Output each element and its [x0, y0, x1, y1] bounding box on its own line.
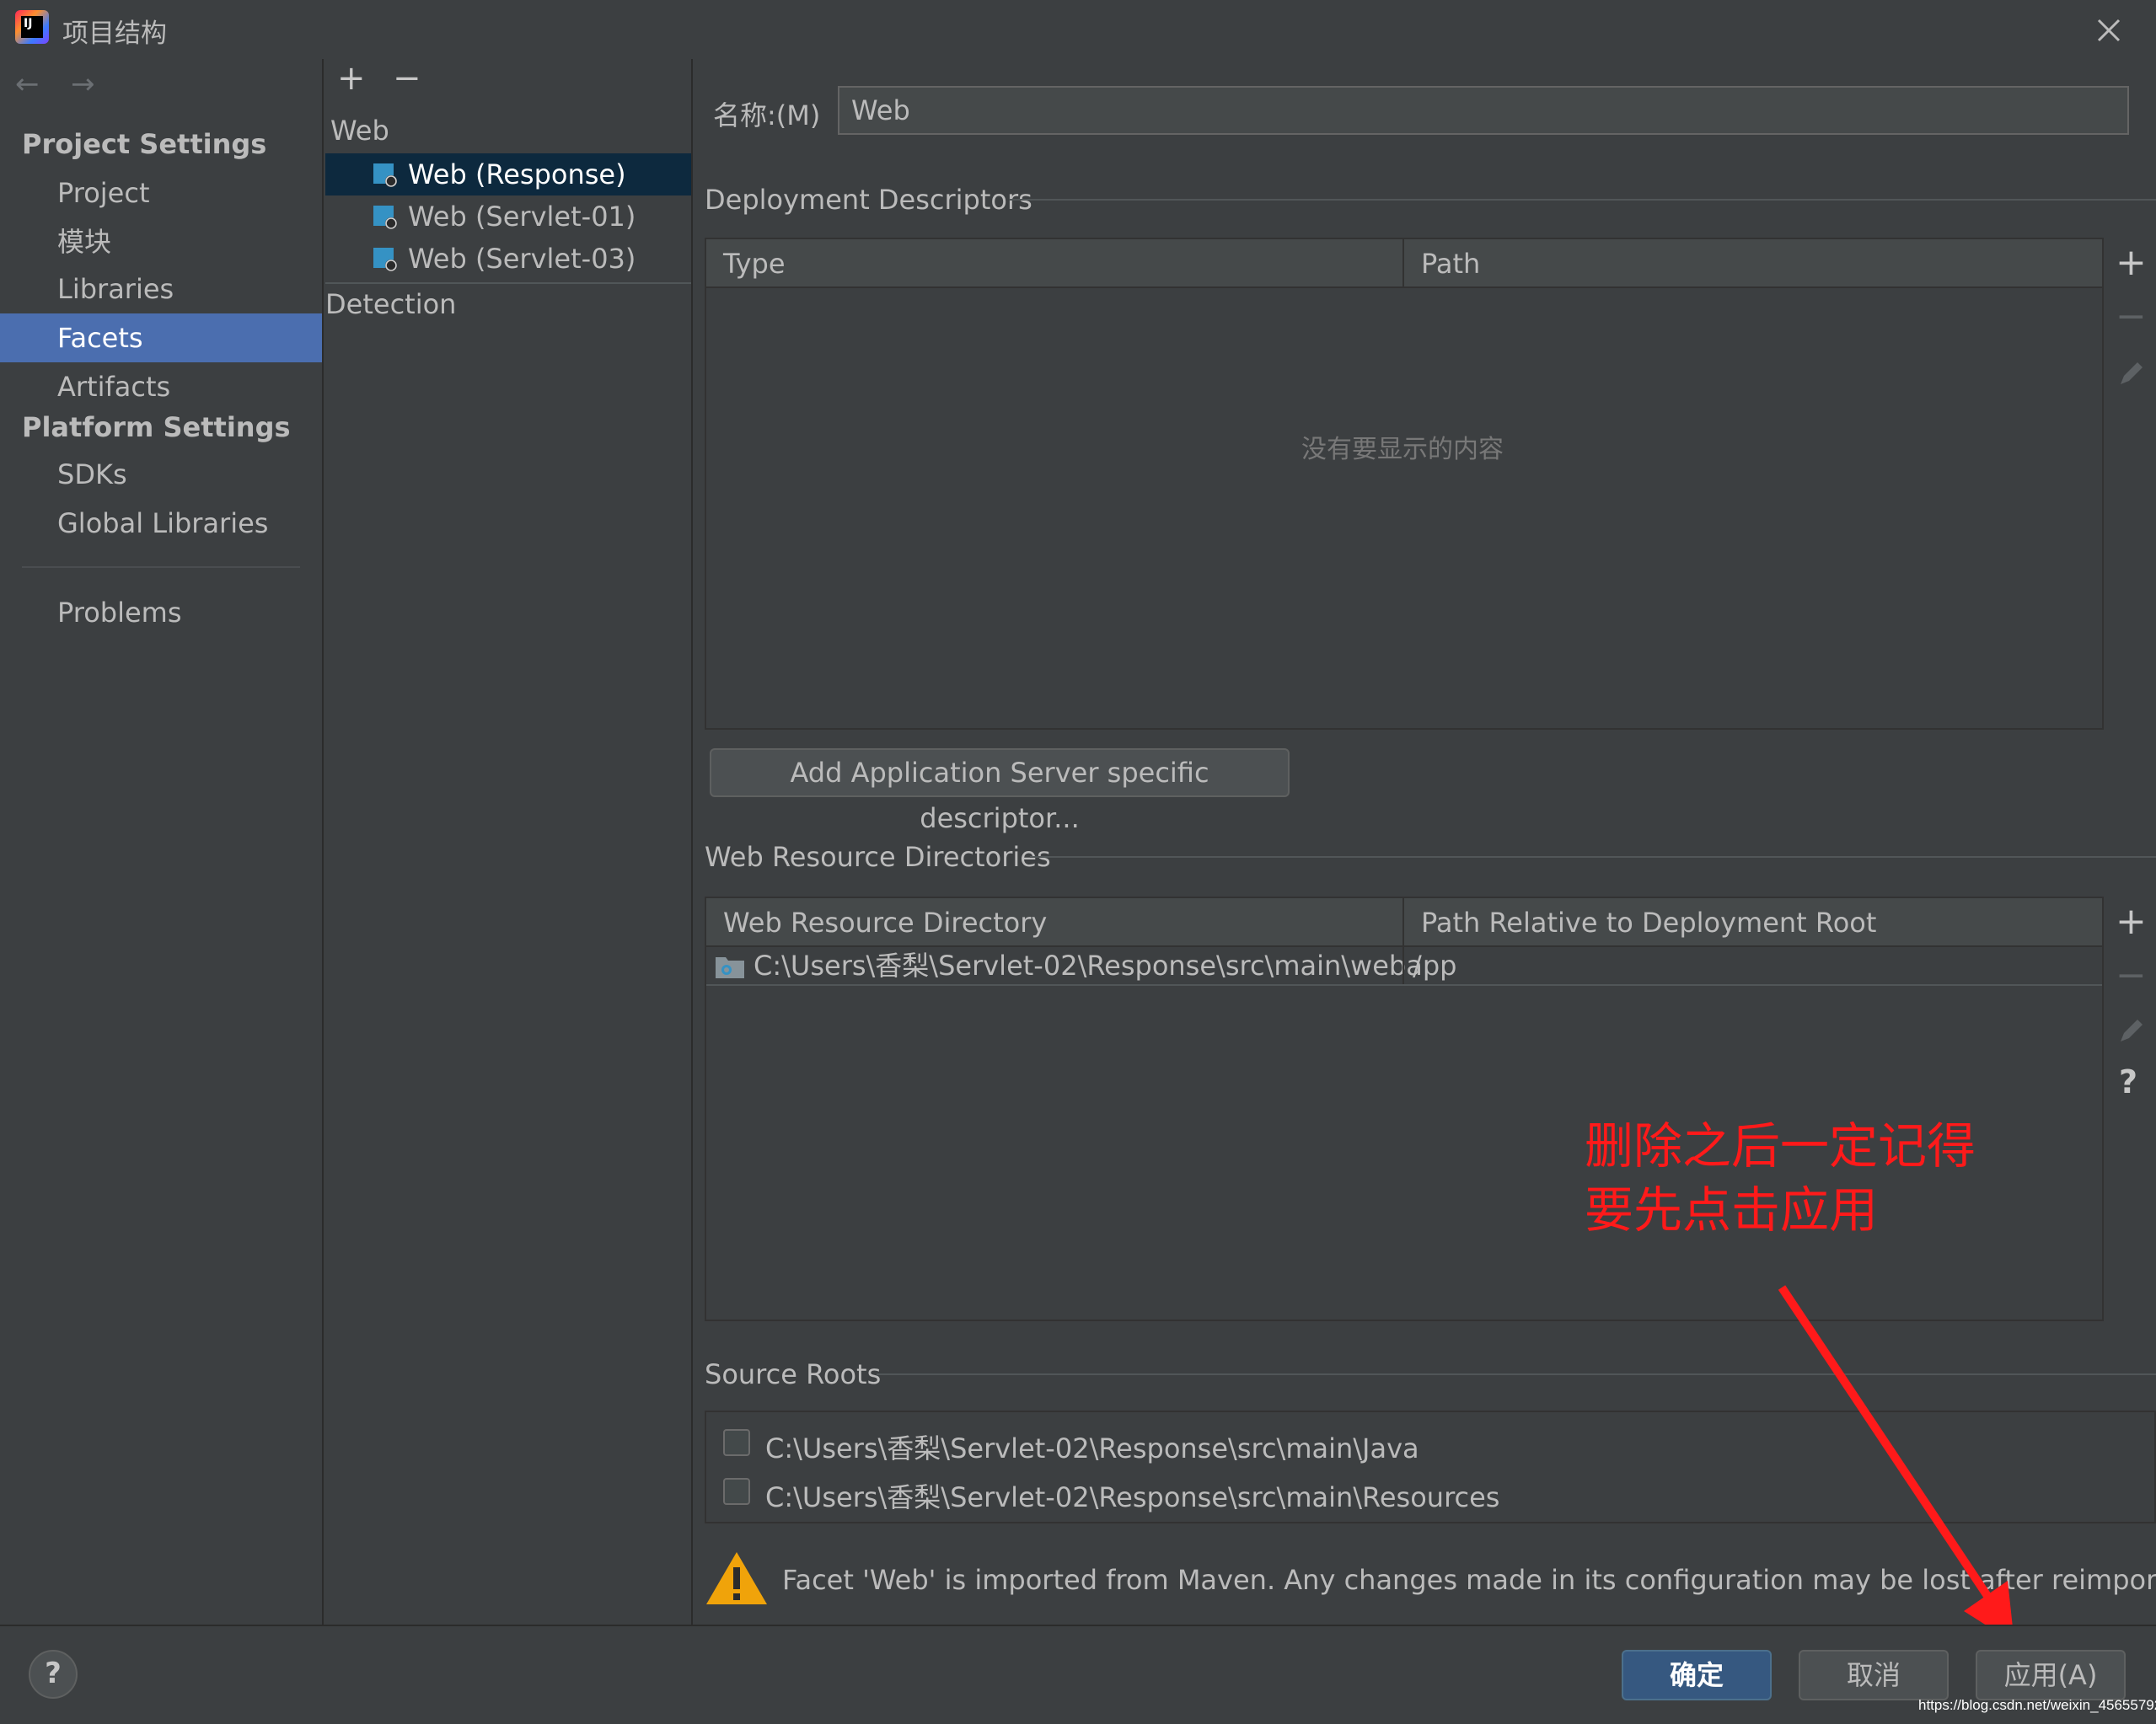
tree-item-web-servlet-01[interactable]: Web (Servlet-01) — [325, 195, 691, 238]
back-arrow-icon[interactable]: ← — [15, 67, 40, 101]
project-settings-header: Project Settings — [22, 128, 267, 160]
deployment-descriptors-title: Deployment Descriptors — [705, 184, 1032, 216]
web-folder-icon — [716, 957, 744, 978]
add-descriptor-icon[interactable]: + — [2116, 241, 2147, 284]
web-resource-directories-title: Web Resource Directories — [705, 841, 1051, 873]
red-annotation-text: 删除之后一定记得 要先点击应用 — [1585, 1117, 1976, 1239]
sidebar-item-modules[interactable]: 模块 — [0, 217, 322, 266]
title-bar — [0, 0, 2156, 59]
section-divider — [1030, 856, 2156, 858]
cancel-button[interactable]: 取消 — [1799, 1650, 1949, 1700]
tree-item-label: Web (Servlet-03) — [408, 243, 636, 275]
source-root-checkbox[interactable] — [723, 1429, 750, 1456]
close-icon[interactable] — [2090, 12, 2127, 49]
edit-pencil-icon[interactable] — [2117, 359, 2146, 391]
sidebar-item-sdks[interactable]: SDKs — [0, 450, 322, 499]
sidebar-item-project[interactable]: Project — [0, 169, 322, 217]
deployment-descriptors-table — [705, 238, 2104, 730]
watermark-text: https://blog.csdn.net/weixin_45655792 — [1918, 1697, 2156, 1713]
help-button[interactable]: ? — [29, 1650, 78, 1699]
warning-icon — [706, 1552, 767, 1604]
relative-path-cell: / — [1413, 950, 1422, 982]
tree-item-web-servlet-03[interactable]: Web (Servlet-03) — [325, 238, 691, 280]
web-facet-icon — [373, 248, 397, 271]
tree-group-web[interactable]: Web — [330, 115, 389, 147]
sidebar-item-libraries[interactable]: Libraries — [0, 265, 322, 313]
add-icon[interactable]: + — [337, 59, 366, 98]
ok-button[interactable]: 确定 — [1622, 1650, 1772, 1700]
web-facet-icon — [373, 206, 397, 229]
red-arrow-icon — [1778, 1285, 2014, 1643]
source-root-label: C:\Users\香梨\Servlet-02\Response\src\main… — [765, 1481, 1500, 1513]
source-root-checkbox[interactable] — [723, 1478, 750, 1505]
sidebar-item-problems[interactable]: Problems — [0, 588, 322, 637]
table-row[interactable]: C:\Users\香梨\Servlet-02\Response\src\main… — [706, 947, 2102, 986]
source-roots-title: Source Roots — [705, 1358, 882, 1390]
tree-item-web-response[interactable]: Web (Response) — [325, 153, 691, 195]
source-root-label: C:\Users\香梨\Servlet-02\Response\src\main… — [765, 1432, 1419, 1464]
sidebar-divider — [22, 566, 300, 568]
sidebar-item-artifacts[interactable]: Artifacts — [0, 362, 322, 411]
add-web-resource-icon[interactable]: + — [2116, 900, 2147, 943]
sidebar-item-facets[interactable]: Facets — [0, 313, 322, 362]
table-header: Web Resource Directory Path Relative to … — [706, 898, 2102, 947]
column-separator — [1402, 947, 1404, 984]
name-input[interactable] — [838, 86, 2129, 135]
table-header: Type Path — [706, 239, 2102, 288]
empty-table-text: 没有要显示的内容 — [1301, 435, 1504, 464]
tree-item-label: Web (Response) — [408, 158, 626, 190]
column-header-web-resource-directory[interactable]: Web Resource Directory — [706, 898, 1402, 947]
platform-settings-header: Platform Settings — [22, 411, 291, 443]
name-label: 名称:(M) — [713, 99, 821, 131]
web-resource-directory-cell: C:\Users\香梨\Servlet-02\Response\src\main… — [754, 950, 1457, 982]
column-header-relative-path[interactable]: Path Relative to Deployment Root — [1404, 898, 2078, 947]
table-right-border — [2102, 986, 2104, 1320]
tree-item-label: Web (Servlet-01) — [408, 201, 636, 233]
remove-web-resource-icon[interactable]: − — [2116, 954, 2147, 997]
remove-descriptor-icon[interactable]: − — [2116, 295, 2147, 338]
table-right-border — [2102, 239, 2104, 728]
edit-pencil-icon[interactable] — [2117, 1016, 2146, 1048]
add-server-descriptor-button[interactable]: Add Application Server specific descript… — [710, 748, 1290, 834]
remove-icon[interactable]: − — [393, 59, 421, 98]
column-header-path[interactable]: Path — [1404, 239, 2078, 288]
forward-arrow-icon[interactable]: → — [71, 67, 95, 101]
tree-item-detection[interactable]: Detection — [325, 288, 456, 320]
section-divider — [1010, 199, 2156, 201]
apply-button[interactable]: 应用(A) — [1976, 1650, 2126, 1700]
column-header-type[interactable]: Type — [706, 239, 1402, 288]
help-question-icon[interactable]: ? — [2119, 1063, 2137, 1100]
window-title: 项目结构 — [62, 19, 167, 49]
web-facet-icon — [373, 163, 397, 187]
sidebar-item-global-libraries[interactable]: Global Libraries — [0, 499, 322, 548]
tree-separator — [325, 282, 691, 284]
intellij-logo-icon: IJ — [15, 10, 49, 44]
